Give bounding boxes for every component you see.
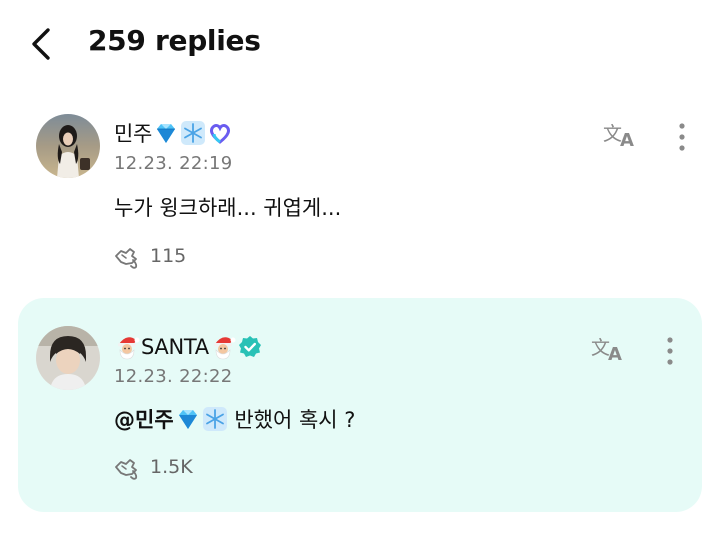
like-button[interactable]: 115 — [112, 242, 186, 270]
comment-body: 누가 윙크하래... 귀엽게... — [114, 196, 342, 220]
reply-item-highlighted: SANTA 12.23. 22:22 @민주 반했어 혹시 ? 1.5K 文 A — [18, 298, 702, 512]
back-button[interactable] — [26, 24, 60, 64]
author-row: SANTA — [114, 332, 263, 362]
author-name[interactable]: SANTA — [141, 335, 209, 359]
comment-body: 반했어 혹시 ? — [227, 408, 356, 432]
more-vertical-icon — [679, 123, 685, 151]
snowflake-emoji-icon — [202, 407, 227, 431]
comment-text: @민주 반했어 혹시 ? — [114, 404, 355, 434]
author-row: 민주 — [114, 118, 233, 148]
header: 259 replies — [0, 0, 720, 90]
mention-link[interactable]: @민주 — [114, 404, 174, 434]
verified-badge-icon — [238, 336, 261, 357]
chevron-left-icon — [32, 28, 50, 60]
gem-emoji-icon — [157, 124, 176, 143]
comment-text: 누가 윙크하래... 귀엽게... — [114, 192, 341, 222]
translate-button[interactable]: 文 A — [590, 332, 628, 366]
avatar[interactable] — [36, 114, 100, 178]
like-hand-icon — [115, 459, 138, 480]
like-count: 115 — [150, 245, 187, 267]
translate-button[interactable]: 文 A — [602, 118, 640, 152]
santa-emoji-icon — [118, 337, 140, 360]
santa-emoji-icon — [213, 337, 236, 360]
more-options-button[interactable] — [658, 334, 682, 368]
avatar[interactable] — [36, 326, 100, 390]
translate-icon: 文 A — [603, 123, 634, 151]
like-count: 1.5K — [150, 456, 193, 478]
translate-icon: 文 A — [591, 337, 622, 365]
page-title: 259 replies — [88, 24, 261, 57]
gem-emoji-icon — [178, 410, 197, 429]
svg-text:A: A — [608, 344, 622, 365]
timestamp: 12.23. 22:19 — [114, 153, 233, 174]
reply-item: 민주 12.23. 22:19 누가 윙크하래... 귀엽게... 115 文 … — [18, 100, 702, 290]
more-vertical-icon — [667, 337, 673, 365]
snowflake-emoji-icon — [181, 121, 206, 145]
more-options-button[interactable] — [670, 120, 694, 154]
author-name[interactable]: 민주 — [114, 118, 152, 148]
like-hand-icon — [115, 248, 138, 269]
heart-badge-icon — [210, 123, 231, 144]
like-button[interactable]: 1.5K — [112, 453, 193, 481]
timestamp: 12.23. 22:22 — [114, 366, 233, 387]
svg-text:A: A — [620, 130, 634, 151]
